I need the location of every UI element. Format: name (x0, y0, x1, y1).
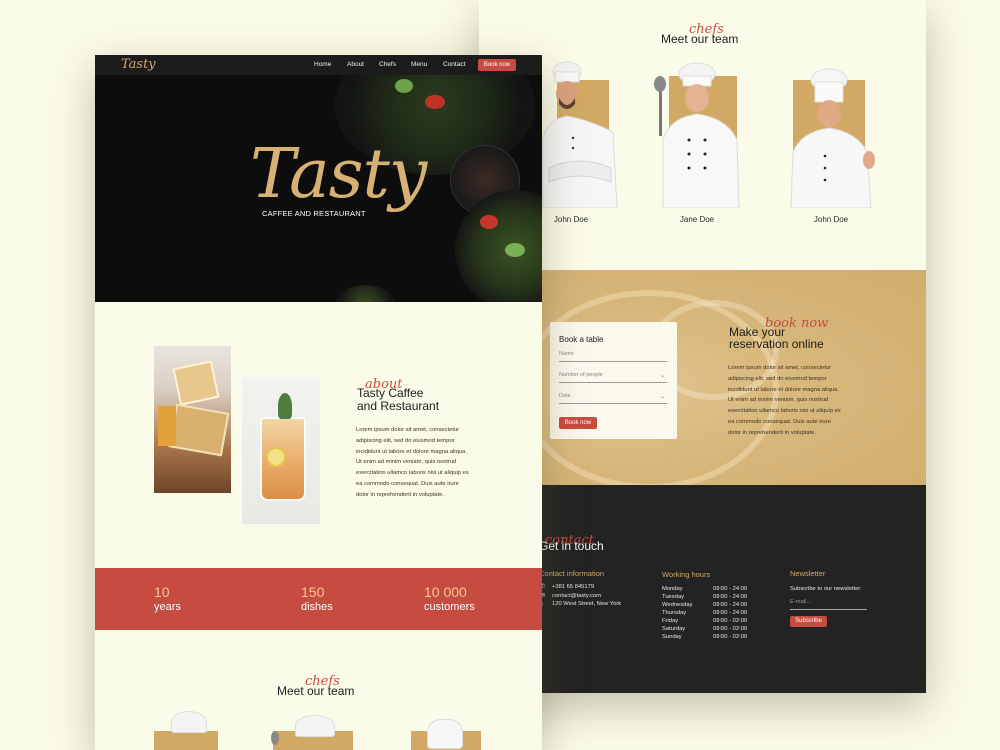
booking-form: Book a table Name Number of people ⌄ Dat… (550, 322, 677, 439)
hours-time: 09:00 - 02:00 (713, 618, 748, 624)
newsletter-email-input[interactable]: E-mail... (790, 599, 867, 610)
back-page: chefs Meet our team John Doe Jane Doe Jo… (479, 0, 926, 693)
chevron-down-icon: ⌄ (659, 373, 665, 379)
hours-day: Saturday (662, 626, 686, 632)
working-hours-heading: Working hours (662, 570, 711, 579)
team-title: Meet our team (277, 684, 355, 698)
top-nav: Tasty Home About Chefs Menu Contact Book… (95, 55, 542, 75)
hours-time: 09:00 - 02:00 (713, 626, 748, 632)
contact-title: Get in touch (539, 539, 604, 553)
stat-number: 10 (154, 584, 170, 600)
about-title-line2: and Restaurant (357, 399, 440, 413)
hours-day: Sunday (662, 634, 682, 640)
people-select[interactable]: Number of people ⌄ (559, 372, 667, 383)
chef-name: Jane Doe (679, 215, 715, 224)
stat-label: dishes (301, 601, 333, 613)
newsletter-heading: Newsletter (790, 569, 826, 578)
hours-day: Wednesday (662, 602, 693, 608)
chevron-down-icon: ⌄ (659, 394, 665, 400)
lemonade-photo (242, 377, 320, 524)
booking-section: Book a table Name Number of people ⌄ Dat… (479, 270, 926, 490)
nav-home[interactable]: Home (314, 61, 331, 68)
about-paragraph: Lorem ipsum dolor sit amet, consectetur a… (356, 427, 469, 498)
about-title-line1: Tasty Caffee (357, 386, 424, 400)
hours-time: 09:00 - 24:00 (713, 602, 748, 608)
hours-time: 09:00 - 24:00 (713, 594, 748, 600)
chef-hat-image (295, 715, 335, 737)
hours-day: Friday (662, 618, 679, 624)
booking-form-title: Book a table (559, 335, 604, 344)
stat-number: 150 (301, 584, 325, 600)
chef-hat-image (427, 719, 463, 749)
contact-section: contact Get in touch Contact information… (479, 485, 926, 693)
nav-book-now-button[interactable]: Book now (478, 59, 516, 71)
chef-photo (542, 61, 618, 208)
newsletter-text: Subscribe to our newsletter: (790, 586, 862, 592)
book-now-button[interactable]: Book now (559, 417, 597, 429)
phone-text: +381 65 845179 (552, 584, 595, 590)
sandwich-photo (154, 346, 231, 493)
front-page: Tasty Home About Chefs Menu Contact Book… (95, 55, 542, 750)
hero-title: Tasty (250, 135, 427, 214)
team-section: chefs Meet our team John Doe Jane Doe Jo… (479, 0, 926, 270)
stat-number: 10 000 (424, 584, 467, 600)
booking-title-line2: reservation online (729, 337, 824, 351)
hours-day: Tuesday (662, 594, 685, 600)
chef-photo (790, 68, 875, 208)
name-field[interactable]: Name (559, 351, 667, 362)
about-section: about Tasty Caffee and Restaurant Lorem … (95, 302, 542, 568)
hero-subtitle: CAFFEE AND RESTAURANT (262, 209, 366, 218)
logo[interactable]: Tasty (121, 57, 156, 72)
subscribe-button[interactable]: Subscribe (790, 616, 827, 627)
address-text: 120 West Street, New York (552, 601, 622, 607)
hero-banner: Tasty CAFFEE AND RESTAURANT (95, 75, 542, 302)
nav-chefs[interactable]: Chefs (379, 61, 396, 68)
hours-day: Thursday (662, 610, 687, 616)
booking-paragraph: Lorem ipsum dolor sit amet, consectetur a… (728, 365, 841, 436)
chef-photo (654, 62, 740, 208)
team-title: Meet our team (661, 32, 739, 46)
nav-about[interactable]: About (347, 61, 364, 68)
stats-band: 10 years 150 dishes 10 000 customers (95, 568, 542, 630)
hours-time: 09:00 - 02:00 (713, 634, 748, 640)
chef-hat-image (171, 711, 207, 733)
chef-name: John Doe (813, 215, 849, 224)
email-text[interactable]: contact@tasty.com (552, 593, 601, 599)
nav-menu[interactable]: Menu (411, 61, 427, 68)
stat-label: customers (424, 601, 475, 613)
hours-time: 09:00 - 24:00 (713, 586, 748, 592)
hours-day: Monday (662, 586, 683, 592)
hours-time: 09:00 - 24:00 (713, 610, 748, 616)
date-select[interactable]: Date ⌄ (559, 393, 667, 404)
contact-info-heading: Contact information (539, 569, 605, 578)
nav-contact[interactable]: Contact (443, 61, 465, 68)
stat-label: years (154, 601, 181, 613)
